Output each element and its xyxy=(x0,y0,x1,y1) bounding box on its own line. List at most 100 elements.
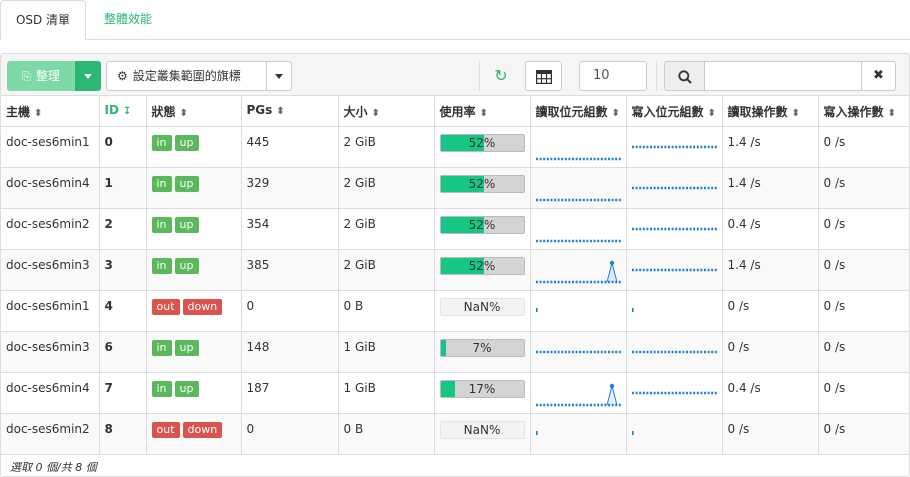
usage-bar-text: 52% xyxy=(468,258,496,273)
usage-bar-text: NaN% xyxy=(463,422,501,437)
col-read-ops[interactable]: 讀取操作數 ⬍ xyxy=(722,96,819,127)
cell-id: 3 xyxy=(99,249,147,291)
table-row[interactable]: doc-ses6min2 2 in up 354 2 GiB 52% 0.4 /s 0 /s xyxy=(1,208,909,250)
cell-read-bytes-sparkline xyxy=(530,249,627,291)
search-button[interactable] xyxy=(664,61,705,91)
scrub-button[interactable]: ⎘ 整理 xyxy=(7,61,75,91)
write-bytes-sparkline xyxy=(631,307,634,312)
cell-host: doc-ses6min2 xyxy=(1,413,100,455)
cell-host: doc-ses6min2 xyxy=(1,208,100,250)
page-size-input[interactable]: 10 xyxy=(579,61,647,91)
tab-bar: OSD 清單 整體效能 xyxy=(0,0,910,40)
cell-read-ops: 0.4 /s xyxy=(722,208,819,250)
col-pgs[interactable]: PGs ⬍ xyxy=(241,96,339,127)
cell-usage: 17% xyxy=(434,372,531,414)
cell-status: in up xyxy=(146,167,242,209)
cell-status: in up xyxy=(146,126,242,168)
cell-size: 2 GiB xyxy=(338,167,435,209)
cell-size: 0 B xyxy=(338,290,435,332)
tab-osd-list[interactable]: OSD 清單 xyxy=(0,0,86,40)
cell-pgs: 0 xyxy=(241,290,339,332)
cell-size: 2 GiB xyxy=(338,126,435,168)
table-row[interactable]: doc-ses6min1 0 in up 445 2 GiB 52% 1.4 /s 0 /s xyxy=(1,126,909,168)
scrub-dropdown-toggle[interactable] xyxy=(75,61,101,91)
status-badge: out xyxy=(151,421,180,438)
cell-read-bytes-sparkline xyxy=(530,331,627,373)
clear-search-button[interactable]: ✖ xyxy=(861,61,896,91)
cell-id: 6 xyxy=(99,331,147,373)
col-write-bytes[interactable]: 寫入位元組數 ⬍ xyxy=(626,96,723,127)
cell-pgs: 187 xyxy=(241,372,339,414)
usage-bar-text: 52% xyxy=(468,176,496,191)
cell-usage: 7% xyxy=(434,331,531,373)
column-toggle-button[interactable] xyxy=(525,61,562,91)
col-write-ops[interactable]: 寫入操作數 ⬍ xyxy=(818,96,909,127)
cluster-flags-button[interactable]: ⚙ 設定叢集範圍的旗標 xyxy=(106,61,267,91)
table-row[interactable]: doc-ses6min1 4 out down 0 0 B NaN% 0 /s 0 /s xyxy=(1,290,909,332)
read-bytes-sparkline xyxy=(535,198,621,201)
cell-id: 1 xyxy=(99,167,147,209)
table-row[interactable]: doc-ses6min2 8 out down 0 0 B NaN% 0 /s 0 /s xyxy=(1,413,909,455)
cell-pgs: 354 xyxy=(241,208,339,250)
refresh-icon[interactable]: ↻ xyxy=(491,66,511,86)
cell-id: 4 xyxy=(99,290,147,332)
cell-write-bytes-sparkline xyxy=(626,208,723,250)
tab-overall-performance[interactable]: 整體效能 xyxy=(88,0,168,40)
table-row[interactable]: doc-ses6min4 1 in up 329 2 GiB 52% 1.4 /s 0 /s xyxy=(1,167,909,209)
cell-read-bytes-sparkline xyxy=(530,372,627,414)
col-host[interactable]: 主機 ⬍ xyxy=(1,96,100,127)
usage-bar: 7% xyxy=(439,338,525,357)
scrub-label: 整理 xyxy=(35,69,60,83)
cell-write-bytes-sparkline xyxy=(626,126,723,168)
usage-bar: 52% xyxy=(439,174,525,193)
cell-write-ops: 0 /s xyxy=(818,208,909,250)
cell-status: in up xyxy=(146,331,242,373)
sort-icon: ⬍ xyxy=(479,108,488,119)
read-bytes-sparkline xyxy=(535,307,538,312)
search-input[interactable] xyxy=(704,61,862,91)
sort-icon: ⬍ xyxy=(276,106,285,117)
cell-read-bytes-sparkline xyxy=(530,413,627,455)
usage-bar-text: 52% xyxy=(468,135,496,150)
cell-host: doc-ses6min3 xyxy=(1,331,100,373)
sort-icon: ⬍ xyxy=(371,108,380,119)
cluster-flags-dropdown-toggle[interactable] xyxy=(266,61,292,91)
cell-usage: NaN% xyxy=(434,290,531,332)
cell-read-bytes-sparkline xyxy=(530,167,627,209)
usage-bar-text: 7% xyxy=(472,340,492,355)
col-read-bytes[interactable]: 讀取位元組數 ⬍ xyxy=(530,96,627,127)
close-icon: ✖ xyxy=(873,68,884,83)
col-size[interactable]: 大小 ⬍ xyxy=(338,96,435,127)
toolbar-divider xyxy=(479,61,480,91)
cell-write-bytes-sparkline xyxy=(626,167,723,209)
cell-write-bytes-sparkline xyxy=(626,413,723,455)
cell-host: doc-ses6min1 xyxy=(1,126,100,168)
toolbar-divider xyxy=(656,61,657,91)
broom-icon: ⎘ xyxy=(22,70,31,83)
usage-bar-text: 52% xyxy=(468,217,496,232)
sort-icon: ⬍ xyxy=(791,108,800,119)
table-row[interactable]: doc-ses6min3 3 in up 385 2 GiB 52% 1.4 /s 0 /s xyxy=(1,249,909,291)
col-id[interactable]: ID ↧ xyxy=(99,96,147,127)
read-bytes-sparkline xyxy=(535,350,621,353)
table-row[interactable]: doc-ses6min4 7 in up 187 1 GiB 17% 0.4 /s 0 /s xyxy=(1,372,909,414)
osd-panel: ⎘ 整理 ⚙ 設定叢集範圍的旗標 ↻ 10 ✖ 主機 ⬍ ID ↧ 狀態 ⬍ P… xyxy=(0,53,910,477)
col-usage[interactable]: 使用率 ⬍ xyxy=(434,96,531,127)
cell-size: 2 GiB xyxy=(338,208,435,250)
cell-usage: 52% xyxy=(434,208,531,250)
toolbar: ⎘ 整理 ⚙ 設定叢集範圍的旗標 ↻ 10 ✖ xyxy=(1,54,909,96)
read-bytes-sparkline xyxy=(535,239,621,242)
status-badge: up xyxy=(174,339,199,356)
cell-write-ops: 0 /s xyxy=(818,331,909,373)
cell-pgs: 445 xyxy=(241,126,339,168)
status-badge: in xyxy=(151,339,172,356)
cell-usage: NaN% xyxy=(434,413,531,455)
cell-read-bytes-sparkline xyxy=(530,208,627,250)
osd-table: 主機 ⬍ ID ↧ 狀態 ⬍ PGs ⬍ 大小 ⬍ 使用率 ⬍ 讀取位元組數 ⬍ 寫入位元組數… xyxy=(1,96,909,455)
write-bytes-sparkline xyxy=(631,227,717,230)
cell-read-ops: 1.4 /s xyxy=(722,249,819,291)
cell-host: doc-ses6min1 xyxy=(1,290,100,332)
table-row[interactable]: doc-ses6min3 6 in up 148 1 GiB 7% 0 /s 0 /s xyxy=(1,331,909,373)
cell-read-ops: 0 /s xyxy=(722,413,819,455)
col-status[interactable]: 狀態 ⬍ xyxy=(146,96,242,127)
